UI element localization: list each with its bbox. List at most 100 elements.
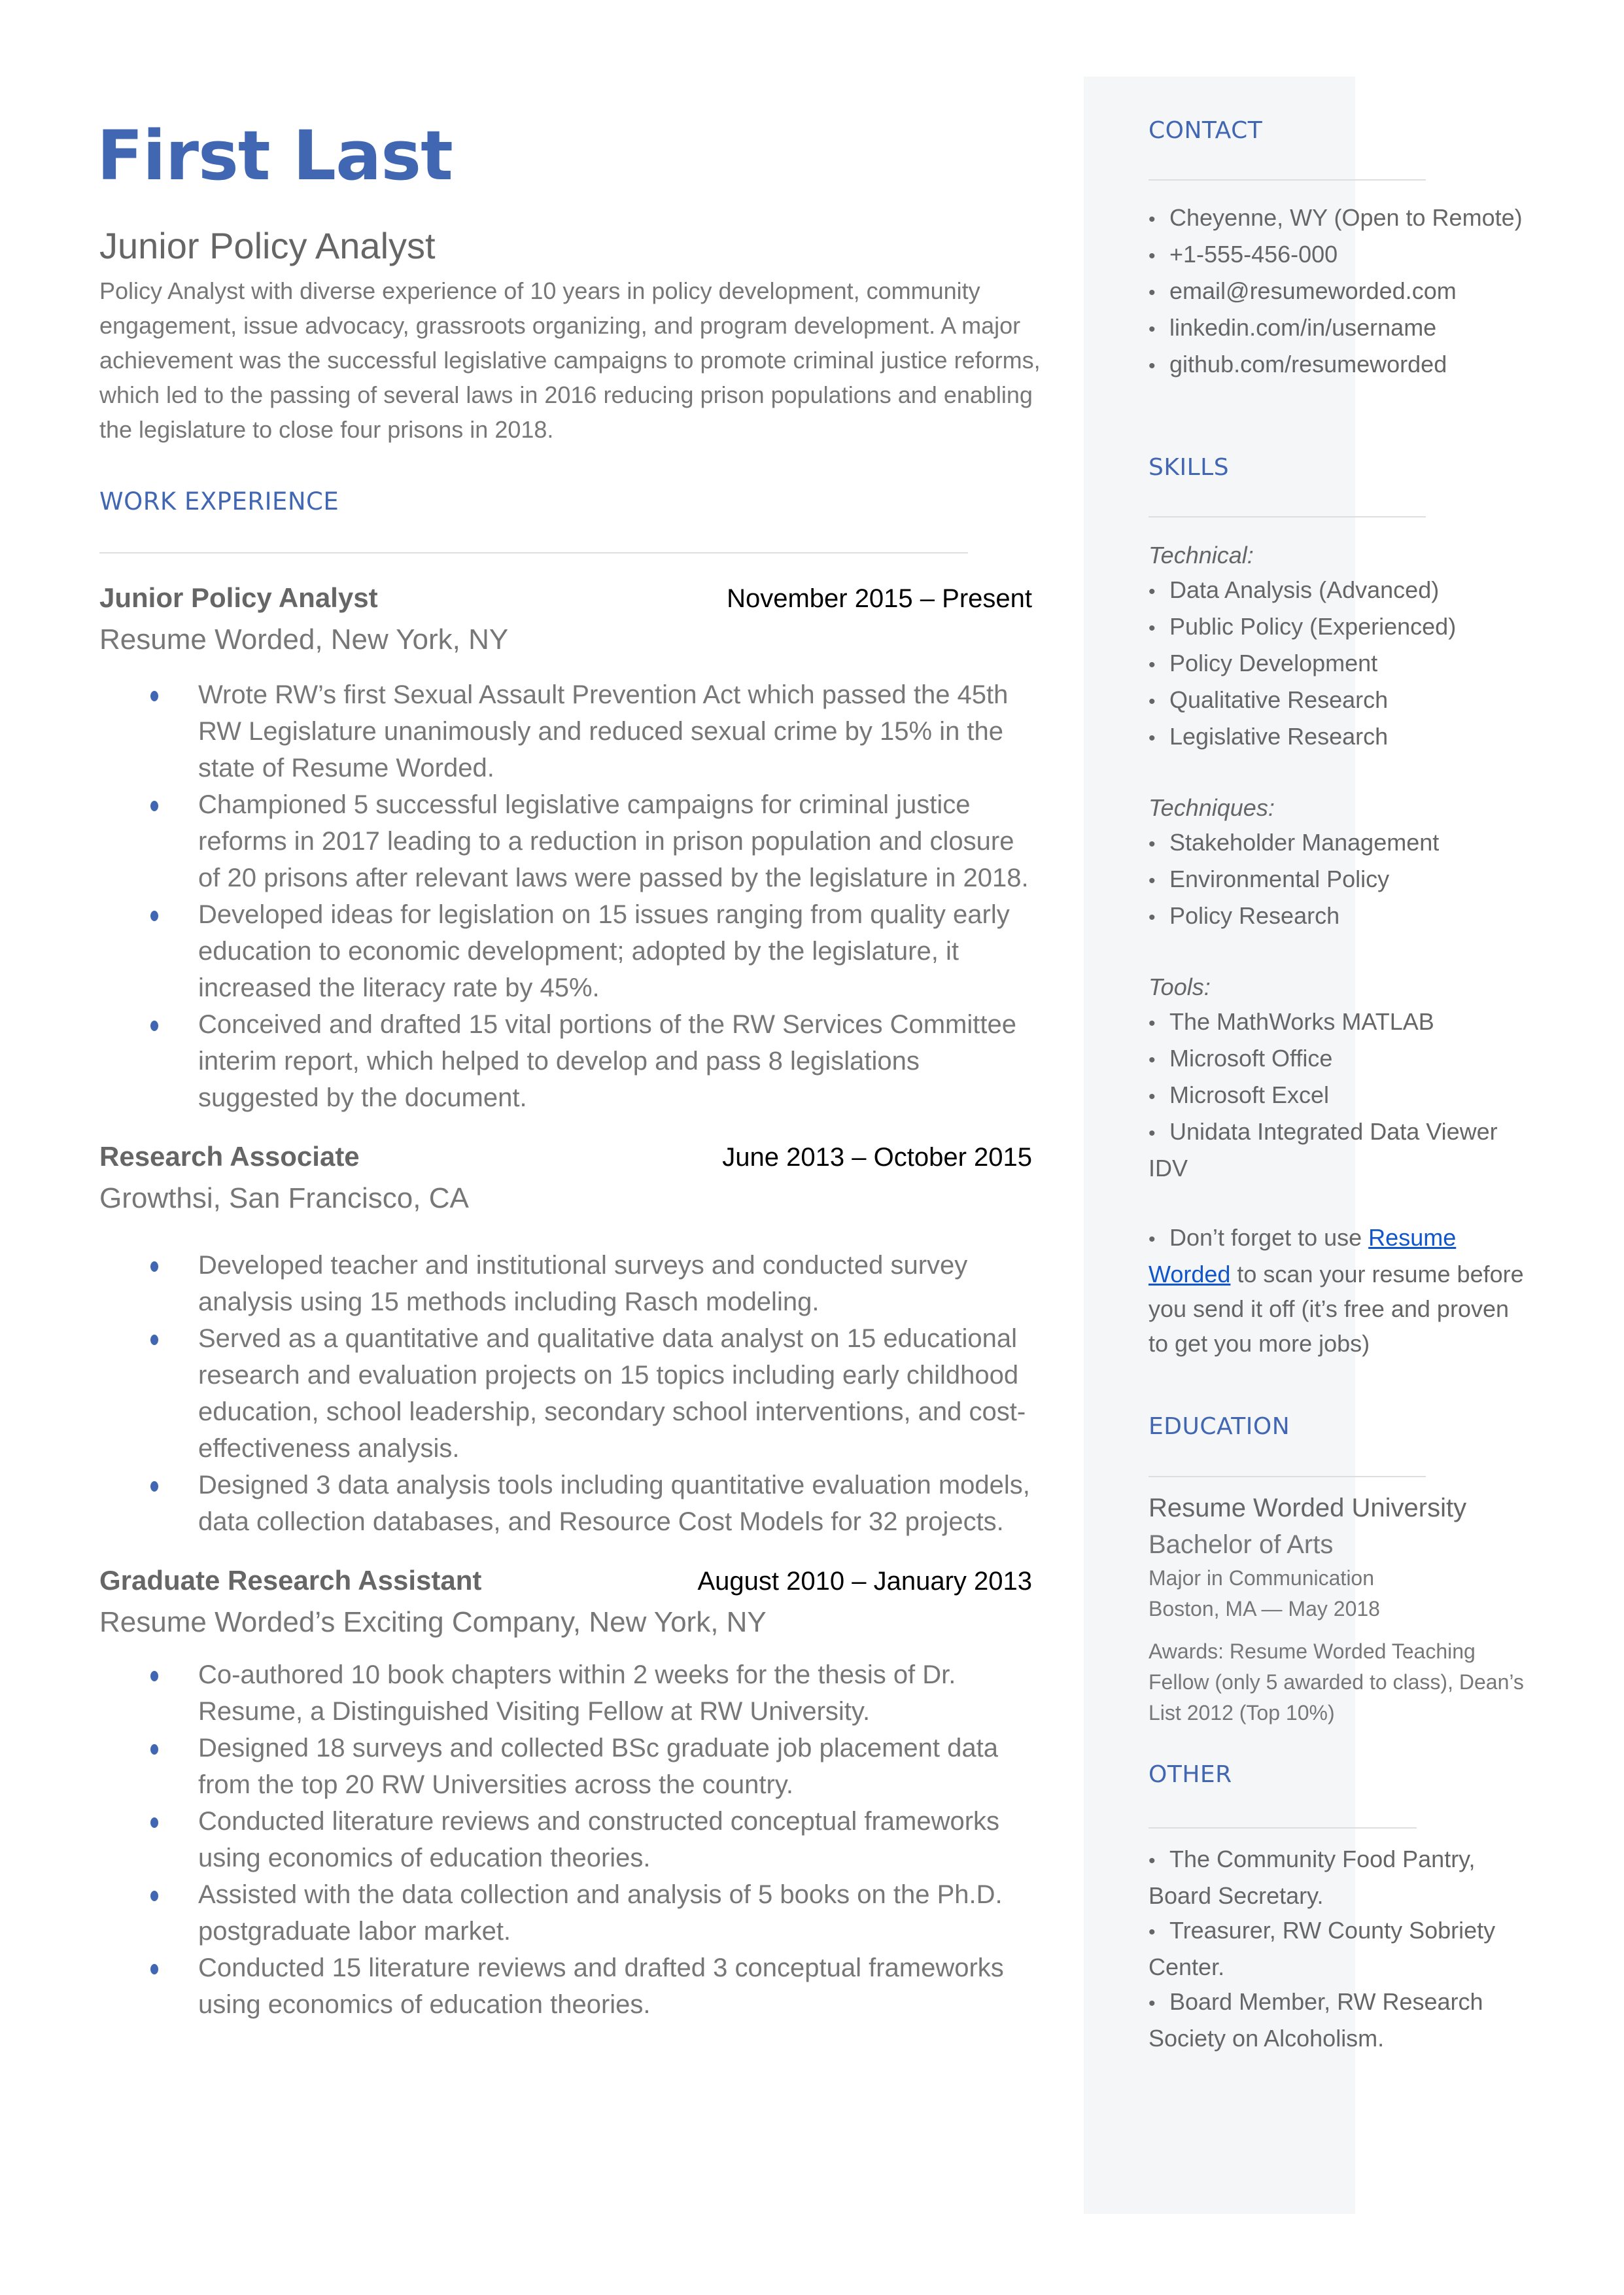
bullet-dot-icon	[150, 1744, 158, 1755]
skill-group-label: Techniques:	[1149, 794, 1275, 821]
skill-text: Qualitative Research	[1169, 686, 1389, 713]
email-link[interactable]: email@resumeworded.com	[1169, 277, 1457, 304]
skill-item: • Qualitative Research	[1149, 682, 1554, 719]
job-bullet: Served as a quantitative and qualitative…	[150, 1320, 1035, 1467]
contact-text: +1-555-456-000	[1169, 241, 1338, 268]
job-entry: Graduate Research Assistant August 2010 …	[99, 1565, 1035, 2023]
bullet-dot-icon	[150, 1481, 158, 1492]
skill-text: Policy Development	[1169, 650, 1378, 676]
bullet-icon: •	[1149, 1850, 1156, 1872]
bullet-icon: •	[1149, 727, 1156, 749]
skill-group-tools: Tools: • The MathWorks MATLAB • Microsoft …	[1149, 970, 1541, 1185]
linkedin-link[interactable]: linkedin.com/in/username	[1169, 314, 1436, 341]
job-bullet: Developed ideas for legislation on 15 is…	[150, 896, 1035, 1006]
bullet-icon: •	[1149, 1229, 1156, 1250]
bullet-icon: •	[1149, 355, 1156, 377]
bullet-icon: •	[1149, 1123, 1156, 1144]
other-item: • Board Member, RW Research Society on Al…	[1149, 1984, 1534, 2056]
skill-item: • Policy Research	[1149, 898, 1554, 935]
section-divider	[1149, 1827, 1417, 1829]
summary-paragraph: Policy Analyst with diverse experience o…	[99, 277, 1041, 443]
job-dates: November 2015 – Present	[727, 584, 1032, 613]
job-role: Graduate Research Assistant	[99, 1565, 482, 1596]
contact-linkedin[interactable]: • linkedin.com/in/username	[1149, 310, 1554, 347]
skill-text: Environmental Policy	[1169, 866, 1390, 892]
bullet-icon: •	[1149, 654, 1156, 676]
bullet-dot-icon	[150, 801, 158, 811]
skill-group-technical: Technical: • Data Analysis (Advanced) • Pu…	[1149, 538, 1541, 756]
skill-item: • Microsoft Office	[1149, 1041, 1554, 1077]
github-link[interactable]: github.com/resumeworded	[1169, 351, 1447, 377]
job-header: Graduate Research Assistant August 2010 …	[99, 1565, 1032, 1596]
bullet-text: Developed ideas for legislation on 15 is…	[198, 900, 1010, 1002]
contact-heading: CONTACT	[1149, 117, 1263, 144]
bullet-dot-icon	[150, 1021, 158, 1031]
job-dates: June 2013 – October 2015	[722, 1143, 1032, 1172]
contact-email[interactable]: • email@resumeworded.com	[1149, 273, 1554, 310]
skills-body: Technical: • Data Analysis (Advanced) • Pu…	[1149, 538, 1541, 1361]
education-awards: Awards: Resume Worded Teaching Fellow (o…	[1149, 1639, 1524, 1725]
bullet-text: Developed teacher and institutional surv…	[198, 1251, 968, 1316]
other-text: Treasurer, RW County Sobriety Center.	[1149, 1917, 1496, 1980]
education-location-date: Boston, MA — May 2018	[1149, 1597, 1380, 1621]
contact-phone: • +1-555-456-000	[1149, 237, 1554, 273]
tip-text: Don’t forget to use	[1169, 1224, 1369, 1251]
skill-text: Unidata Integrated Data Viewer IDV	[1149, 1118, 1498, 1182]
job-bullet: Wrote RW’s first Sexual Assault Preventi…	[150, 676, 1035, 786]
bullet-text: Assisted with the data collection and an…	[198, 1880, 1003, 1946]
section-divider	[1149, 179, 1426, 181]
job-bullet: Conceived and drafted 15 vital portions …	[150, 1006, 1035, 1116]
bullet-dot-icon	[150, 1671, 158, 1681]
job-bullets: Wrote RW’s first Sexual Assault Preventi…	[99, 676, 1035, 1116]
skill-text: Data Analysis (Advanced)	[1169, 576, 1440, 603]
bullet-text: Co-authored 10 book chapters within 2 we…	[198, 1660, 956, 1726]
skill-item: • Public Policy (Experienced)	[1149, 609, 1554, 646]
bullet-text: Championed 5 successful legislative camp…	[198, 790, 1029, 892]
skill-text: Legislative Research	[1169, 723, 1389, 750]
bullet-icon: •	[1149, 1086, 1156, 1108]
skill-list: • Data Analysis (Advanced) • Public Policy…	[1149, 572, 1541, 756]
skills-heading: SKILLS	[1149, 454, 1230, 481]
bullet-icon: •	[1149, 1049, 1156, 1071]
work-experience-heading: WORK EXPERIENCE	[99, 487, 339, 516]
skill-item: • The MathWorks MATLAB	[1149, 1004, 1554, 1041]
bullet-icon: •	[1149, 907, 1156, 928]
education-major: Major in Communication	[1149, 1566, 1375, 1590]
section-divider	[99, 552, 968, 553]
skill-item: • Legislative Research	[1149, 719, 1554, 756]
job-bullet: Championed 5 successful legislative camp…	[150, 786, 1035, 896]
bullet-text: Served as a quantitative and qualitative…	[198, 1324, 1026, 1463]
skill-text: Microsoft Office	[1169, 1045, 1333, 1072]
main-column: First Last Junior Policy Analyst Policy …	[97, 111, 1041, 2023]
bullet-text: Conducted literature reviews and constru…	[198, 1807, 1000, 1872]
other-text: The Community Food Pantry, Board Secreta…	[1149, 1846, 1476, 1909]
bullet-icon: •	[1149, 833, 1156, 855]
bullet-icon: •	[1149, 319, 1156, 340]
bullet-text: Conceived and drafted 15 vital portions …	[198, 1010, 1016, 1112]
skill-text: Public Policy (Experienced)	[1169, 613, 1457, 640]
other-list: • The Community Food Pantry, Board Secret…	[1149, 1842, 1534, 2056]
job-company: Resume Worded’s Exciting Company, New Yo…	[99, 1606, 767, 1638]
bullet-icon: •	[1149, 870, 1156, 892]
job-dates: August 2010 – January 2013	[697, 1567, 1032, 1596]
bullet-icon: •	[1149, 581, 1156, 603]
education-school: Resume Worded University	[1149, 1494, 1467, 1522]
job-bullet: Designed 18 surveys and collected BSc gr…	[150, 1730, 1035, 1803]
contact-github[interactable]: • github.com/resumeworded	[1149, 347, 1554, 383]
candidate-name: First Last	[97, 116, 453, 196]
job-bullet: Conducted 15 literature reviews and draf…	[150, 1950, 1035, 2023]
skill-text: Policy Research	[1169, 902, 1340, 929]
skill-item: • Unidata Integrated Data Viewer IDV	[1149, 1114, 1515, 1185]
other-heading: OTHER	[1149, 1761, 1232, 1788]
resume-worded-tip: • Don’t forget to use Resume Worded to sc…	[1149, 1220, 1528, 1361]
job-entry: Junior Policy Analyst November 2015 – Pr…	[99, 582, 1035, 1116]
skill-text: The MathWorks MATLAB	[1169, 1008, 1434, 1035]
education-degree: Bachelor of Arts	[1149, 1530, 1334, 1559]
bullet-dot-icon	[150, 1891, 158, 1901]
job-role: Junior Policy Analyst	[99, 582, 378, 613]
job-bullet: Assisted with the data collection and an…	[150, 1876, 1035, 1950]
bullet-icon: •	[1149, 1013, 1156, 1034]
skill-group-label: Technical:	[1149, 542, 1254, 569]
other-item: • The Community Food Pantry, Board Secret…	[1149, 1842, 1534, 1913]
education-entry: Resume Worded University Bachelor of Art…	[1149, 1490, 1554, 1728]
